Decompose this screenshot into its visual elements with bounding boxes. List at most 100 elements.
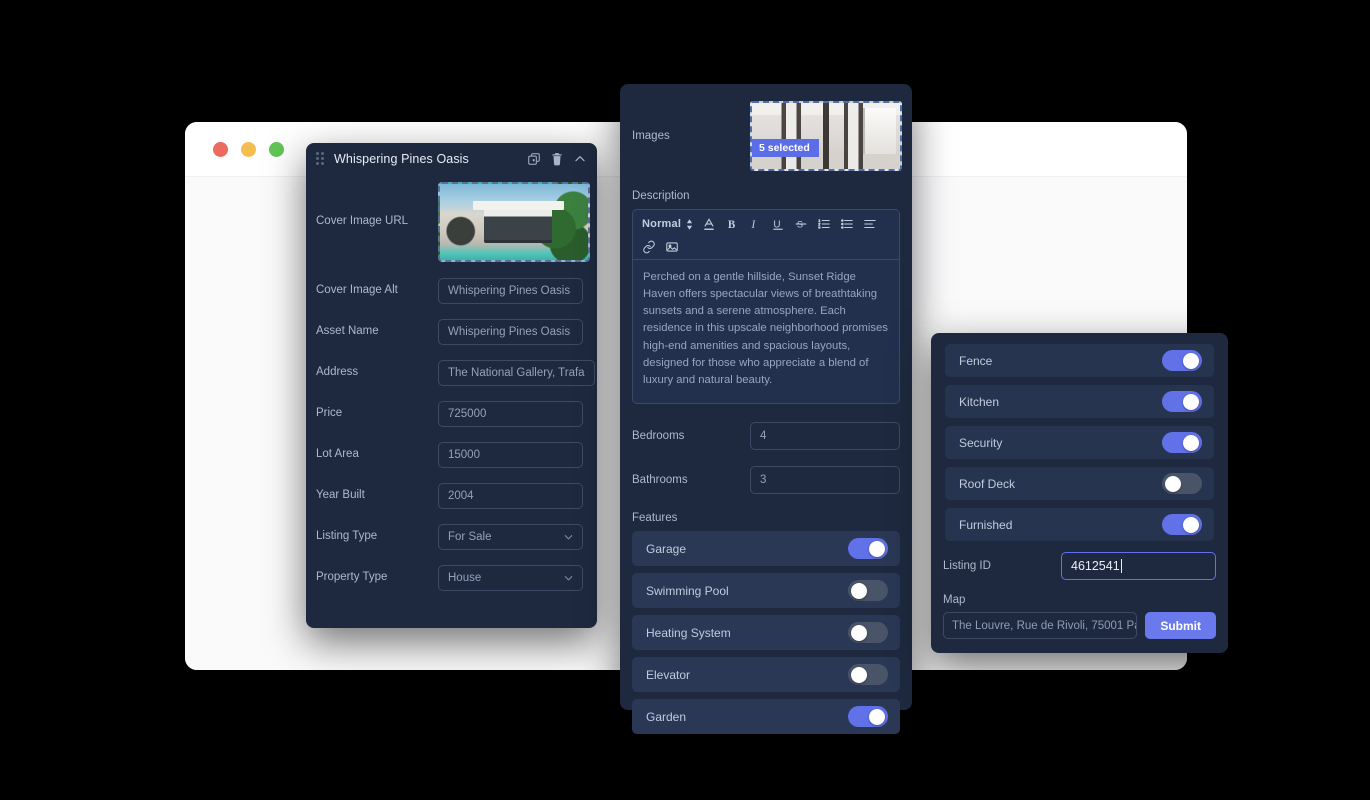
feature-toggle-furnished[interactable] bbox=[1162, 514, 1202, 535]
section-label-description: Description bbox=[632, 190, 690, 202]
ordered-list-icon[interactable] bbox=[817, 217, 831, 231]
field-row-cover-image-alt: Cover Image Alt Whispering Pines Oasis bbox=[306, 278, 597, 304]
bathrooms-input[interactable]: 3 bbox=[750, 466, 900, 495]
feature-label: Heating System bbox=[646, 625, 731, 640]
minimize-window-button[interactable] bbox=[241, 142, 256, 157]
card-title: Whispering Pines Oasis bbox=[334, 151, 469, 166]
field-row-cover-image-url: Cover Image URL bbox=[306, 182, 597, 262]
feature-toggle-heating-system[interactable] bbox=[848, 622, 888, 644]
feature-toggle-security[interactable] bbox=[1162, 432, 1202, 453]
additional-features-card: Fence Kitchen Security Roof Deck Furnish… bbox=[931, 333, 1228, 653]
maximize-window-button[interactable] bbox=[269, 142, 284, 157]
feature-row-heating-system[interactable]: Heating System bbox=[632, 615, 900, 651]
year-built-input[interactable]: 2004 bbox=[438, 483, 583, 509]
section-label-map: Map bbox=[943, 594, 966, 606]
map-address-input[interactable]: The Louvre, Rue de Rivoli, 75001 Pari bbox=[943, 612, 1138, 639]
chevron-down-icon bbox=[564, 535, 573, 540]
right-features-list: Fence Kitchen Security Roof Deck Furnish… bbox=[931, 344, 1228, 541]
submit-button[interactable]: Submit bbox=[1145, 612, 1216, 639]
asset-detail-card: Whispering Pines Oasis Cover Image URL C… bbox=[306, 143, 597, 628]
underline-icon[interactable]: U bbox=[771, 217, 785, 231]
italic-icon[interactable]: I bbox=[748, 217, 762, 231]
feature-row-swimming-pool[interactable]: Swimming Pool bbox=[632, 573, 900, 609]
feature-label: Garden bbox=[646, 709, 687, 724]
text-color-icon[interactable] bbox=[702, 217, 716, 231]
feature-toggle-swimming-pool[interactable] bbox=[848, 580, 888, 602]
bold-icon[interactable]: B bbox=[725, 217, 739, 231]
chevron-up-icon[interactable] bbox=[573, 152, 587, 166]
field-label-listing-type: Listing Type bbox=[316, 530, 378, 543]
feature-label: Roof Deck bbox=[959, 476, 1016, 491]
media-and-features-card: Images 5 selected Description Normal B I… bbox=[620, 84, 912, 735]
feature-label: Fence bbox=[959, 353, 993, 368]
feature-label: Furnished bbox=[959, 517, 1013, 532]
feature-row-garage[interactable]: Garage bbox=[632, 531, 900, 567]
lot-area-input[interactable]: 15000 bbox=[438, 442, 583, 468]
field-label-price: Price bbox=[316, 407, 343, 420]
feature-toggle-fence[interactable] bbox=[1162, 350, 1202, 371]
map-row: The Louvre, Rue de Rivoli, 75001 Pari Su… bbox=[931, 612, 1228, 639]
card-header: Whispering Pines Oasis bbox=[306, 143, 597, 174]
text-cursor bbox=[1120, 559, 1122, 573]
bedrooms-input[interactable]: 4 bbox=[750, 422, 900, 451]
feature-row-garden[interactable]: Garden bbox=[632, 699, 900, 735]
description-text[interactable]: Perched on a gentle hillside, Sunset Rid… bbox=[633, 260, 899, 404]
field-row-property-type: Property Type House bbox=[306, 565, 597, 591]
field-label-year-built: Year Built bbox=[316, 489, 365, 502]
listing-id-input[interactable]: 4612541 bbox=[1061, 552, 1216, 580]
drag-handle-icon[interactable] bbox=[316, 152, 325, 165]
traffic-lights bbox=[213, 142, 284, 157]
duplicate-icon[interactable] bbox=[527, 152, 541, 166]
strikethrough-icon[interactable]: S bbox=[794, 217, 808, 231]
field-row-images: Images 5 selected bbox=[620, 101, 912, 171]
listing-id-value: 4612541 bbox=[1071, 559, 1120, 573]
feature-toggle-roof-deck[interactable] bbox=[1162, 473, 1202, 494]
svg-text:I: I bbox=[751, 219, 757, 231]
close-window-button[interactable] bbox=[213, 142, 228, 157]
feature-toggle-garden[interactable] bbox=[848, 706, 888, 728]
updown-arrows-icon bbox=[687, 218, 693, 230]
cover-image-alt-input[interactable]: Whispering Pines Oasis bbox=[438, 278, 583, 304]
field-row-listing-id: Listing ID 4612541 bbox=[931, 552, 1228, 580]
field-label-listing-id: Listing ID bbox=[943, 560, 991, 572]
feature-label: Garage bbox=[646, 541, 687, 556]
align-icon[interactable] bbox=[863, 217, 877, 231]
cover-image-thumbnail[interactable] bbox=[438, 182, 590, 262]
feature-row-furnished[interactable]: Furnished bbox=[945, 508, 1214, 541]
asset-name-input[interactable]: Whispering Pines Oasis bbox=[438, 319, 583, 345]
images-selected-badge: 5 selected bbox=[752, 139, 819, 157]
block-format-value: Normal bbox=[642, 218, 682, 230]
trash-icon[interactable] bbox=[550, 152, 564, 166]
screen: Whispering Pines Oasis Cover Image URL C… bbox=[0, 0, 1370, 800]
feature-toggle-elevator[interactable] bbox=[848, 664, 888, 686]
price-input[interactable]: 725000 bbox=[438, 401, 583, 427]
feature-row-elevator[interactable]: Elevator bbox=[632, 657, 900, 693]
feature-label: Swimming Pool bbox=[646, 583, 729, 598]
field-row-year-built: Year Built 2004 bbox=[306, 483, 597, 509]
bullet-list-icon[interactable] bbox=[840, 217, 854, 231]
field-label-lot-area: Lot Area bbox=[316, 448, 359, 461]
feature-row-fence[interactable]: Fence bbox=[945, 344, 1214, 377]
listing-type-select[interactable]: For Sale bbox=[438, 524, 583, 550]
feature-toggle-garage[interactable] bbox=[848, 538, 888, 560]
description-editor: Normal B I U Perched on a gentle hillsid… bbox=[632, 209, 900, 405]
feature-row-security[interactable]: Security bbox=[945, 426, 1214, 459]
field-row-bedrooms: Bedrooms 4 bbox=[620, 422, 912, 451]
address-input[interactable]: The National Gallery, Trafa bbox=[438, 360, 595, 386]
image-icon[interactable] bbox=[665, 240, 679, 254]
svg-text:B: B bbox=[728, 219, 736, 231]
link-icon[interactable] bbox=[642, 240, 656, 254]
field-label-address: Address bbox=[316, 366, 359, 379]
feature-row-roof-deck[interactable]: Roof Deck bbox=[945, 467, 1214, 500]
images-thumbnail[interactable]: 5 selected bbox=[750, 101, 902, 171]
field-label-property-type: Property Type bbox=[316, 571, 388, 584]
field-label-asset-name: Asset Name bbox=[316, 325, 379, 338]
chevron-down-icon bbox=[564, 576, 573, 581]
field-row-price: Price 725000 bbox=[306, 401, 597, 427]
feature-toggle-kitchen[interactable] bbox=[1162, 391, 1202, 412]
block-format-select[interactable]: Normal bbox=[642, 218, 693, 231]
property-type-select[interactable]: House bbox=[438, 565, 583, 591]
field-row-address: Address The National Gallery, Trafa bbox=[306, 360, 597, 386]
editor-toolbar: Normal B I U bbox=[633, 210, 899, 260]
feature-row-kitchen[interactable]: Kitchen bbox=[945, 385, 1214, 418]
